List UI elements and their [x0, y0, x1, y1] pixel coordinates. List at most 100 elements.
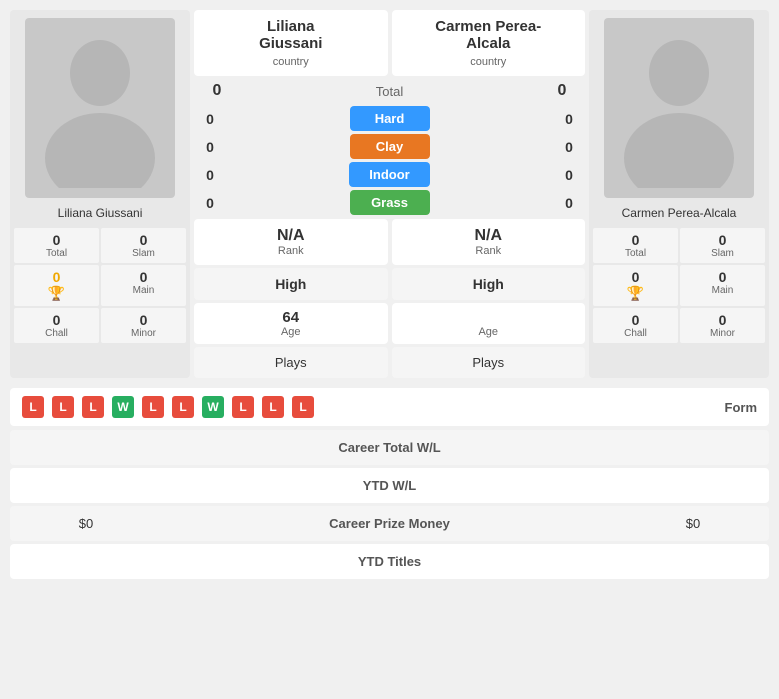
right-plays-panel: Plays: [392, 347, 586, 378]
form-badge-2: L: [52, 396, 74, 418]
right-chall-cell: 0 Chall: [593, 308, 678, 343]
right-mast-value: 0: [595, 269, 676, 285]
right-player-stats: 0 Total 0 Slam 0 🏆 0 Main: [593, 228, 765, 343]
clay-button[interactable]: Clay: [350, 134, 430, 159]
right-chall-label: Chall: [595, 328, 676, 339]
right-total-value: 0: [595, 232, 676, 248]
right-rank-section: N/A Rank High Age Plays: [392, 219, 586, 378]
right-total-label: Total: [595, 248, 676, 259]
left-main-label: Main: [103, 285, 184, 296]
left-chall-label: Chall: [16, 328, 97, 339]
left-player-card: Liliana Giussani 0 Total 0 Slam 0 🏆: [10, 10, 190, 378]
left-name-box: Liliana Giussani country: [194, 10, 388, 76]
right-age-value: [398, 309, 580, 326]
grass-button[interactable]: Grass: [350, 190, 430, 215]
left-total-cell: 0 Total: [14, 228, 99, 263]
grass-row: 0 Grass 0: [194, 190, 585, 215]
indoor-score-right: 0: [557, 167, 581, 183]
ytd-wl-row: YTD W/L: [10, 468, 769, 503]
form-badge-4: W: [112, 396, 134, 418]
left-rank-value: N/A: [202, 227, 380, 245]
career-total-row: Career Total W/L: [10, 430, 769, 465]
left-minor-cell: 0 Minor: [101, 308, 186, 343]
left-rank-section: N/A Rank High 64 Age Plays: [194, 219, 388, 378]
clay-score-right: 0: [557, 139, 581, 155]
right-main-cell: 0 Main: [680, 265, 765, 306]
career-prize-right-value: $0: [633, 516, 753, 531]
right-mast-cell: 0 🏆: [593, 265, 678, 306]
right-minor-value: 0: [682, 312, 763, 328]
center-panel: Liliana Giussani country Carmen Perea- A…: [194, 10, 585, 378]
grass-score-right: 0: [557, 195, 581, 211]
left-minor-label: Minor: [103, 328, 184, 339]
right-main-value: 0: [682, 269, 763, 285]
left-rank-panel: N/A Rank: [194, 219, 388, 265]
career-prize-left-value: $0: [26, 516, 146, 531]
left-mast-value: 0: [16, 269, 97, 285]
right-rank-label: Rank: [400, 245, 578, 257]
left-main-value: 0: [103, 269, 184, 285]
right-player-card: Carmen Perea-Alcala 0 Total 0 Slam 0 🏆: [589, 10, 769, 378]
ytd-titles-label: YTD Titles: [146, 554, 633, 569]
right-player-avatar: [604, 18, 754, 198]
form-section: L L L W L L W L L L Form: [10, 388, 769, 426]
left-minor-value: 0: [103, 312, 184, 328]
total-score-right: 0: [547, 82, 577, 100]
right-minor-cell: 0 Minor: [680, 308, 765, 343]
left-high-panel: High: [194, 268, 388, 300]
total-score-row: 0 Total 0: [194, 80, 585, 102]
surfaces-section: 0 Hard 0 0 Clay 0 0 Indoor 0: [194, 106, 585, 215]
form-badge-10: L: [292, 396, 314, 418]
right-high-panel: High: [392, 268, 586, 300]
left-slam-value: 0: [103, 232, 184, 248]
main-container: Liliana Giussani 0 Total 0 Slam 0 🏆: [0, 0, 779, 579]
right-rank-panel: N/A Rank: [392, 219, 586, 265]
left-age-label: Age: [200, 326, 382, 338]
right-age-label: Age: [398, 326, 580, 338]
right-center-name: Carmen Perea- Alcala: [402, 18, 576, 52]
left-center-name: Liliana Giussani: [204, 18, 378, 52]
hard-row: 0 Hard 0: [194, 106, 585, 131]
left-mast-label: 🏆: [16, 285, 97, 302]
left-player-name: Liliana Giussani: [58, 206, 143, 220]
left-age-panel: 64 Age: [194, 303, 388, 344]
indoor-row: 0 Indoor 0: [194, 162, 585, 187]
left-rank-label: Rank: [202, 245, 380, 257]
career-total-label: Career Total W/L: [146, 440, 633, 455]
career-prize-label: Career Prize Money: [146, 516, 633, 531]
left-country: country: [204, 56, 378, 68]
right-slam-label: Slam: [682, 248, 763, 259]
right-country: country: [402, 56, 576, 68]
hard-score-left: 0: [198, 111, 222, 127]
right-main-label: Main: [682, 285, 763, 296]
form-badge-8: L: [232, 396, 254, 418]
clay-score-left: 0: [198, 139, 222, 155]
right-slam-cell: 0 Slam: [680, 228, 765, 263]
left-total-value: 0: [16, 232, 97, 248]
left-plays-panel: Plays: [194, 347, 388, 378]
hard-score-right: 0: [557, 111, 581, 127]
player-names-row: Liliana Giussani country Carmen Perea- A…: [194, 10, 585, 76]
indoor-score-left: 0: [198, 167, 222, 183]
indoor-button[interactable]: Indoor: [349, 162, 429, 187]
right-rank-value: N/A: [400, 227, 578, 245]
hard-button[interactable]: Hard: [350, 106, 430, 131]
form-label: Form: [725, 400, 758, 415]
left-chall-cell: 0 Chall: [14, 308, 99, 343]
right-mast-label: 🏆: [595, 285, 676, 302]
left-total-label: Total: [16, 248, 97, 259]
comparison-section: Liliana Giussani 0 Total 0 Slam 0 🏆: [0, 0, 779, 388]
form-badge-5: L: [142, 396, 164, 418]
form-badge-1: L: [22, 396, 44, 418]
right-age-panel: Age: [392, 303, 586, 344]
left-player-avatar: [25, 18, 175, 198]
form-badge-7: W: [202, 396, 224, 418]
left-main-cell: 0 Main: [101, 265, 186, 306]
right-chall-value: 0: [595, 312, 676, 328]
total-score-left: 0: [202, 82, 232, 100]
form-badge-3: L: [82, 396, 104, 418]
right-minor-label: Minor: [682, 328, 763, 339]
form-badge-9: L: [262, 396, 284, 418]
left-age-value: 64: [200, 309, 382, 326]
clay-row: 0 Clay 0: [194, 134, 585, 159]
